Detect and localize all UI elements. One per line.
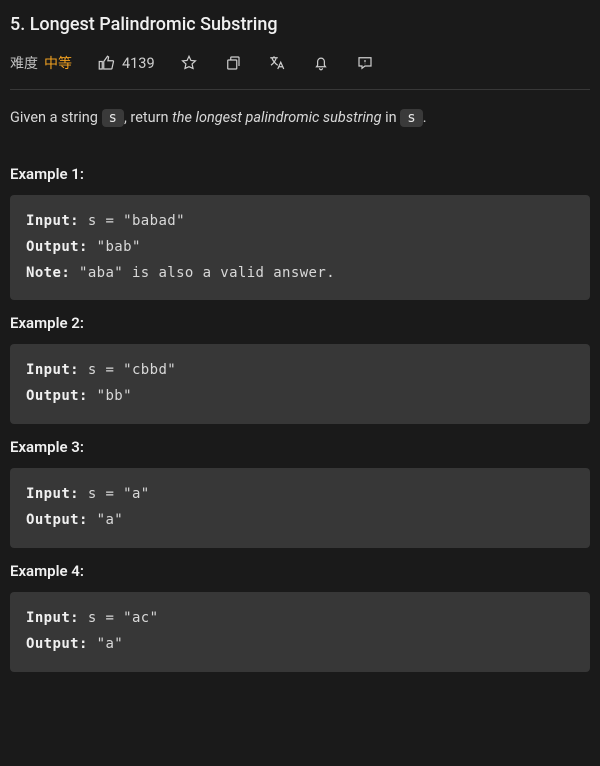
inline-code: s	[400, 109, 422, 127]
code-label: Output:	[26, 512, 88, 528]
example-title: Example 4:	[10, 562, 590, 580]
code-value: s = "cbbd"	[79, 362, 176, 378]
example-block: Example 4: Input: s = "ac" Output: "a"	[10, 562, 590, 672]
code-label: Input:	[26, 362, 79, 378]
code-value: s = "a"	[79, 486, 150, 502]
example-block: Example 1: Input: s = "babad" Output: "ba…	[10, 165, 590, 301]
difficulty: 难度 中等	[10, 53, 72, 73]
bell-icon[interactable]	[311, 53, 331, 73]
code-label: Output:	[26, 239, 88, 255]
likes-button[interactable]: 4139	[96, 53, 155, 73]
code-value: "bb"	[88, 388, 132, 404]
code-value: s = "babad"	[79, 213, 185, 229]
desc-text: in	[382, 109, 401, 126]
example-block: Example 2: Input: s = "cbbd" Output: "bb"	[10, 314, 590, 424]
code-label: Input:	[26, 486, 79, 502]
code-value: "a"	[88, 636, 123, 652]
example-title: Example 1:	[10, 165, 590, 183]
inline-code: s	[102, 109, 124, 127]
share-icon[interactable]	[223, 53, 243, 73]
likes-count: 4139	[122, 55, 155, 72]
star-icon[interactable]	[179, 53, 199, 73]
code-value: "a"	[88, 512, 123, 528]
problem-title: 5. Longest Palindromic Substring	[10, 8, 590, 39]
example-title: Example 2:	[10, 314, 590, 332]
feedback-icon[interactable]	[355, 53, 375, 73]
example-code: Input: s = "ac" Output: "a"	[10, 592, 590, 672]
translate-icon[interactable]	[267, 53, 287, 73]
code-value: s = "ac"	[79, 610, 158, 626]
desc-text: Given a string	[10, 109, 102, 126]
code-label: Input:	[26, 213, 79, 229]
example-title: Example 3:	[10, 438, 590, 456]
problem-description: Given a string s, return the longest pal…	[10, 106, 590, 131]
desc-italic: the longest palindromic substring	[172, 109, 381, 126]
example-code: Input: s = "babad" Output: "bab" Note: "…	[10, 195, 590, 301]
thumbs-up-icon	[96, 53, 116, 73]
code-value: "bab"	[88, 239, 141, 255]
example-block: Example 3: Input: s = "a" Output: "a"	[10, 438, 590, 548]
example-code: Input: s = "cbbd" Output: "bb"	[10, 344, 590, 424]
difficulty-label: 难度	[10, 53, 38, 73]
examples-section: Example 1: Input: s = "babad" Output: "ba…	[10, 165, 590, 672]
difficulty-value: 中等	[44, 53, 72, 73]
problem-panel: 5. Longest Palindromic Substring 难度 中等 4…	[0, 0, 600, 696]
code-label: Note:	[26, 265, 70, 281]
desc-text: , return	[124, 109, 172, 126]
code-value: "aba" is also a valid answer.	[70, 265, 335, 281]
code-label: Output:	[26, 388, 88, 404]
example-code: Input: s = "a" Output: "a"	[10, 468, 590, 548]
meta-row: 难度 中等 4139	[10, 39, 590, 90]
code-label: Output:	[26, 636, 88, 652]
desc-text: .	[423, 109, 427, 126]
code-label: Input:	[26, 610, 79, 626]
